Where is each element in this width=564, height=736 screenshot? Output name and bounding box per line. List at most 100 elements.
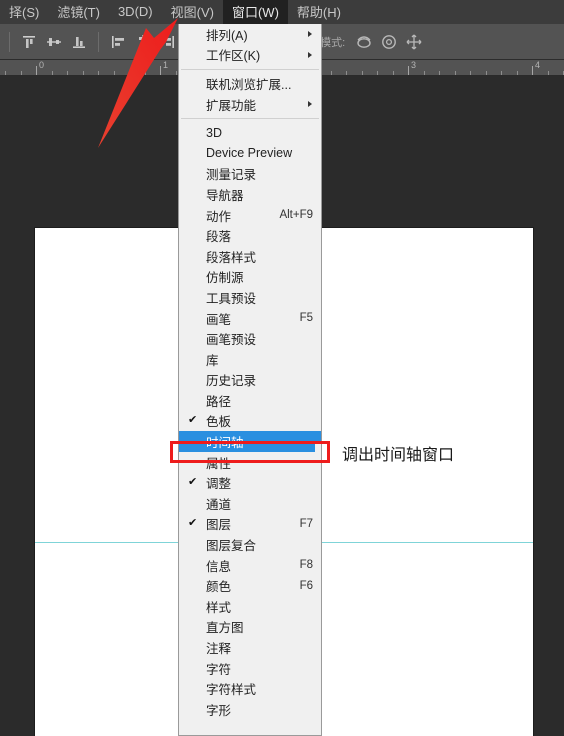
menu-item-图层复合[interactable]: 图层复合 bbox=[179, 534, 321, 555]
menu-item-label: Device Preview bbox=[206, 146, 293, 161]
menu-item-色板[interactable]: ✔ 色板 bbox=[179, 411, 321, 432]
ruler-tick bbox=[113, 71, 115, 75]
menu-item-时间轴[interactable]: 时间轴 bbox=[179, 431, 321, 452]
menu-item-导航器[interactable]: 导航器 bbox=[179, 184, 321, 205]
ruler-tick bbox=[470, 71, 471, 75]
menubar-item-4[interactable]: 窗口(W) bbox=[222, 0, 288, 25]
ruler-tick bbox=[532, 66, 533, 75]
ruler-tick bbox=[160, 66, 161, 75]
menu-item-图层[interactable]: ✔ 图层 F7 bbox=[179, 514, 321, 535]
menu-item-路径[interactable]: 路径 bbox=[179, 390, 321, 411]
roll-3d-icon[interactable] bbox=[378, 31, 400, 53]
menu-item-仿制源[interactable]: 仿制源 bbox=[179, 267, 321, 288]
ruler-label: 1 bbox=[163, 60, 169, 70]
menu-item-label: 段落样式 bbox=[206, 250, 257, 265]
menu-item-信息[interactable]: 信息 F8 bbox=[179, 555, 321, 576]
menubar-item-0[interactable]: 择(S) bbox=[0, 0, 48, 25]
menubar-item-3[interactable]: 视图(V) bbox=[162, 0, 223, 25]
menu-item-label: 字符 bbox=[206, 662, 232, 677]
ruler-tick bbox=[439, 71, 440, 75]
menu-item-label: 排列(A) bbox=[206, 28, 248, 43]
submenu-arrow-icon bbox=[308, 51, 312, 58]
menu-item-3D[interactable]: 3D bbox=[179, 122, 321, 143]
menu-item-label: 色板 bbox=[206, 415, 232, 430]
menu-item-颜色[interactable]: 颜色 F6 bbox=[179, 575, 321, 596]
menu-item-样式[interactable]: 样式 bbox=[179, 596, 321, 617]
menu-item-字符[interactable]: 字符 bbox=[179, 658, 321, 679]
menu-item-label: 联机浏览扩展... bbox=[206, 77, 292, 92]
menu-item-工具预设[interactable]: 工具预设 bbox=[179, 287, 321, 308]
menu-item-历史记录[interactable]: 历史记录 bbox=[179, 370, 321, 391]
menu-item-属性[interactable]: 属性 bbox=[179, 452, 321, 473]
menu-item-label: 样式 bbox=[206, 600, 232, 615]
ruler-tick bbox=[485, 71, 487, 75]
menu-item-库[interactable]: 库 bbox=[179, 349, 321, 370]
menu-item-shortcut: Alt+F9 bbox=[279, 209, 313, 222]
checkmark-icon: ✔ bbox=[188, 476, 198, 489]
ruler-tick bbox=[361, 71, 363, 75]
menubar-item-1[interactable]: 滤镜(T) bbox=[48, 0, 109, 25]
menu-item-字符样式[interactable]: 字符样式 bbox=[179, 678, 321, 699]
menu-item-动作[interactable]: 动作 Alt+F9 bbox=[179, 205, 321, 226]
pan-3d-icon[interactable] bbox=[403, 31, 425, 53]
ruler-tick bbox=[392, 71, 394, 75]
align-left-edges-icon[interactable] bbox=[107, 31, 129, 53]
menu-item-联机浏览扩展...[interactable]: 联机浏览扩展... bbox=[179, 73, 321, 94]
menu-item-注释[interactable]: 注释 bbox=[179, 637, 321, 658]
menu-item-扩展功能[interactable]: 扩展功能 bbox=[179, 94, 321, 115]
ruler-tick bbox=[516, 71, 518, 75]
ruler-tick bbox=[144, 71, 146, 75]
align-right-edges-icon[interactable] bbox=[157, 31, 179, 53]
menu-item-画笔预设[interactable]: 画笔预设 bbox=[179, 328, 321, 349]
submenu-arrow-icon bbox=[308, 31, 312, 38]
menu-item-shortcut: F6 bbox=[299, 579, 313, 592]
menu-item-label: 历史记录 bbox=[206, 374, 257, 389]
menu-item-排列(A)[interactable]: 排列(A) bbox=[179, 24, 321, 45]
menu-item-label: 属性 bbox=[206, 456, 232, 471]
menu-item-工作区(K)[interactable]: 工作区(K) bbox=[179, 45, 321, 66]
menu-item-段落样式[interactable]: 段落样式 bbox=[179, 246, 321, 267]
ruler-tick bbox=[547, 71, 549, 75]
menubar-item-2[interactable]: 3D(D) bbox=[109, 1, 162, 23]
ruler-tick bbox=[454, 71, 456, 75]
menu-item-直方图[interactable]: 直方图 bbox=[179, 617, 321, 638]
menu-item-调整[interactable]: ✔ 调整 bbox=[179, 472, 321, 493]
ruler-tick bbox=[423, 71, 425, 75]
ruler-tick bbox=[82, 71, 84, 75]
align-vertical-centers-icon[interactable] bbox=[43, 31, 65, 53]
menu-item-label: 注释 bbox=[206, 642, 232, 657]
align-bottom-edges-icon[interactable] bbox=[68, 31, 90, 53]
checkmark-icon: ✔ bbox=[188, 517, 198, 530]
align-horizontal-centers-icon[interactable] bbox=[132, 31, 154, 53]
ruler-label: 0 bbox=[39, 60, 45, 70]
ruler-tick bbox=[129, 71, 130, 75]
menu-item-label: 扩展功能 bbox=[206, 98, 257, 113]
menu-item-label: 画笔 bbox=[206, 312, 232, 327]
menu-item-测量记录[interactable]: 测量记录 bbox=[179, 164, 321, 185]
menu-item-label: 画笔预设 bbox=[206, 333, 257, 348]
menu-item-Device Preview[interactable]: Device Preview bbox=[179, 143, 321, 164]
menu-item-画笔[interactable]: 画笔 F5 bbox=[179, 308, 321, 329]
rotate-3d-icon[interactable] bbox=[353, 31, 375, 53]
menu-item-通道[interactable]: 通道 bbox=[179, 493, 321, 514]
align-top-edges-icon[interactable] bbox=[18, 31, 40, 53]
menu-item-label: 测量记录 bbox=[206, 168, 257, 183]
menu-item-label: 时间轴 bbox=[206, 436, 244, 451]
ruler-tick bbox=[36, 66, 37, 75]
menu-item-label: 段落 bbox=[206, 230, 232, 245]
menu-bar: 择(S) 滤镜(T) 3D(D) 视图(V) 窗口(W) 帮助(H) bbox=[0, 0, 564, 25]
window-dropdown-menu[interactable]: 排列(A) 工作区(K) 联机浏览扩展... 扩展功能 3D Device Preview… bbox=[178, 24, 322, 736]
menu-item-label: 字符样式 bbox=[206, 683, 257, 698]
ruler-tick bbox=[377, 71, 378, 75]
menubar-item-5[interactable]: 帮助(H) bbox=[288, 0, 350, 25]
menu-item-shortcut: F5 bbox=[299, 312, 313, 325]
menu-item-label: 路径 bbox=[206, 394, 232, 409]
menu-item-label: 信息 bbox=[206, 559, 232, 574]
menu-item-label: 工作区(K) bbox=[206, 49, 261, 64]
menu-item-shortcut: F7 bbox=[299, 517, 313, 530]
ruler-tick bbox=[20, 71, 22, 75]
menu-item-段落[interactable]: 段落 bbox=[179, 225, 321, 246]
menu-item-字形[interactable]: 字形 bbox=[179, 699, 321, 720]
menu-item-label: 导航器 bbox=[206, 188, 244, 203]
toolbar-separator bbox=[9, 31, 10, 52]
